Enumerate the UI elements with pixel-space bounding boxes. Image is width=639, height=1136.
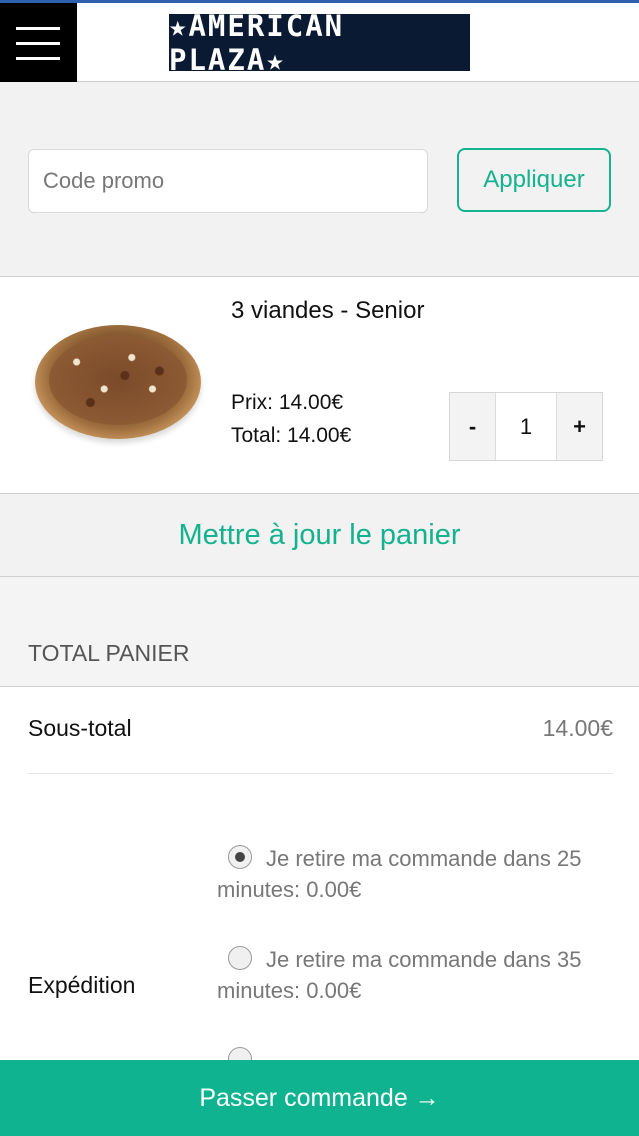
checkout-button[interactable]: Passer commande → — [0, 1060, 639, 1136]
promo-section: Appliquer — [0, 82, 639, 277]
cart-totals-title: TOTAL PANIER — [28, 640, 190, 666]
menu-line — [16, 27, 60, 30]
shipping-option-label: Je retire ma commande dans 25 minutes: 0… — [217, 846, 582, 902]
quantity-value[interactable]: 1 — [495, 393, 557, 460]
shipping-option-35[interactable]: Je retire ma commande dans 35 minutes: 0… — [217, 944, 607, 1006]
quantity-stepper: - 1 + — [449, 392, 603, 461]
radio-unchecked-icon[interactable] — [228, 946, 252, 970]
shipping-label: Expédition — [28, 972, 136, 998]
shipping-option-25[interactable]: Je retire ma commande dans 25 minutes: 0… — [217, 843, 607, 905]
item-price: Prix: 14.00€ — [231, 391, 344, 414]
pizza-image — [35, 325, 201, 439]
cart-item: 3 viandes - Senior Prix: 14.00€ Total: 1… — [0, 277, 639, 494]
promo-code-input[interactable] — [28, 149, 428, 213]
divider — [28, 773, 613, 774]
logo[interactable]: ★AMERICAN PLAZA★ — [169, 9, 470, 77]
radio-checked-icon[interactable] — [228, 845, 252, 869]
subtotal-label: Sous-total — [28, 715, 132, 741]
menu-line — [16, 57, 60, 60]
shipping-option-label: Je retire ma commande dans 35 minutes: 0… — [217, 947, 582, 1003]
menu-line — [16, 42, 60, 45]
cart-totals-body: Sous-total 14.00€ Je retire ma commande … — [0, 687, 639, 1071]
item-total: Total: 14.00€ — [231, 424, 352, 447]
item-name: 3 viandes - Senior — [231, 297, 425, 324]
app-header: ★AMERICAN PLAZA★ — [0, 0, 639, 82]
apply-promo-button[interactable]: Appliquer — [457, 148, 611, 212]
update-cart-button[interactable]: Mettre à jour le panier — [0, 494, 639, 577]
hamburger-menu-icon[interactable] — [0, 3, 77, 82]
quantity-decrease-button[interactable]: - — [450, 393, 495, 460]
quantity-increase-button[interactable]: + — [557, 393, 602, 460]
subtotal-value: 14.00€ — [542, 715, 613, 741]
cart-totals-header: TOTAL PANIER — [0, 577, 639, 687]
